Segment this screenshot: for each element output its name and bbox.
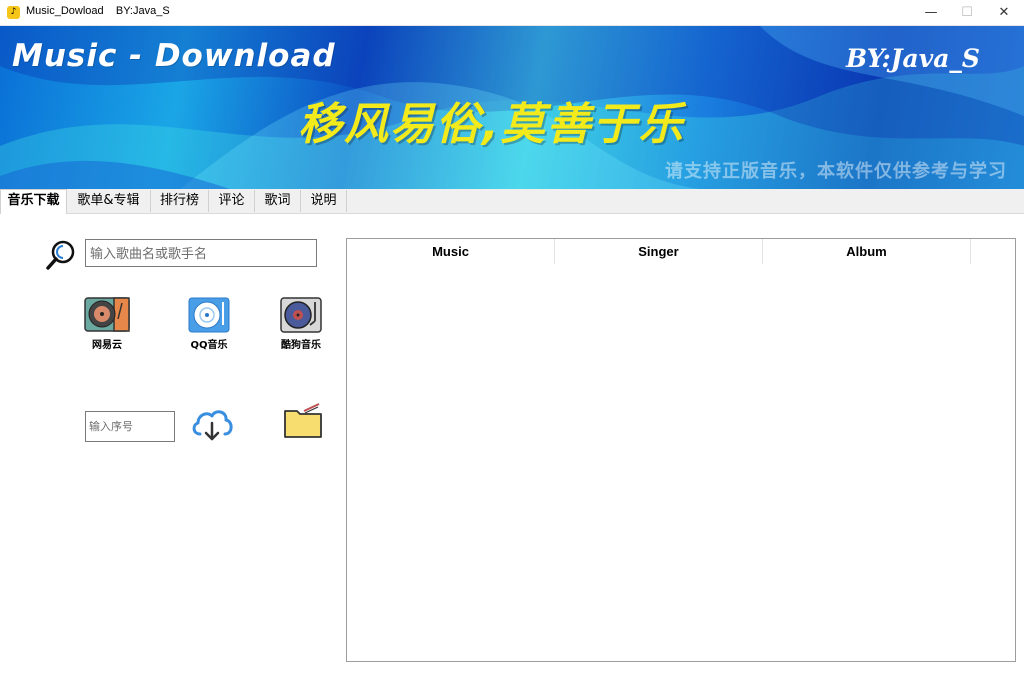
banner-slogan: 移风易俗,莫善于乐	[298, 99, 685, 150]
app-icon: ♪	[7, 6, 20, 19]
source-netease-label: 网易云	[92, 340, 122, 351]
search-input[interactable]	[85, 239, 317, 267]
maximize-button[interactable]: ☐	[948, 0, 986, 25]
minimize-button[interactable]: —	[912, 0, 950, 25]
column-header-music[interactable]: Music	[347, 239, 555, 264]
banner-title: Music - Download	[12, 38, 336, 74]
title-bar: ♪ Music_Dowload BY:Java_S — ☐ ✕	[0, 0, 1024, 26]
tab-instructions[interactable]: 说明	[301, 190, 347, 212]
tab-music-download[interactable]: 音乐下载	[0, 189, 67, 214]
tab-comments[interactable]: 评论	[209, 190, 255, 212]
results-table[interactable]: Music Singer Album	[346, 238, 1016, 662]
header-banner: Music - Download BY:Java_S 移风易俗,莫善于乐 请支持…	[0, 26, 1024, 189]
source-kugou[interactable]: 酷狗音乐	[271, 297, 331, 351]
source-netease[interactable]: 网易云	[77, 297, 137, 351]
qq-cd-icon	[188, 297, 230, 333]
source-qq[interactable]: QQ音乐	[179, 297, 239, 351]
banner-notice: 请支持正版音乐，本软件仅供参考与学习	[665, 161, 1007, 182]
column-header-album[interactable]: Album	[763, 239, 971, 264]
kugou-turntable-icon	[280, 297, 322, 333]
window-title: Music_Dowload BY:Java_S	[26, 5, 170, 17]
tab-playlist-album[interactable]: 歌单&专辑	[67, 190, 151, 212]
source-kugou-label: 酷狗音乐	[281, 340, 321, 351]
banner-author: BY:Java_S	[846, 44, 980, 73]
tab-charts[interactable]: 排行榜	[151, 190, 209, 212]
source-qq-label: QQ音乐	[190, 340, 228, 351]
tab-lyrics[interactable]: 歌词	[255, 190, 301, 212]
column-header-singer[interactable]: Singer	[555, 239, 763, 264]
search-icon[interactable]	[44, 238, 78, 272]
folder-icon[interactable]	[283, 402, 323, 440]
tab-bar: 音乐下载 歌单&专辑 排行榜 评论 歌词 说明	[0, 189, 1024, 214]
cloud-download-icon[interactable]	[190, 404, 234, 444]
index-input[interactable]	[85, 411, 175, 442]
close-button[interactable]: ✕	[985, 0, 1023, 25]
netease-record-icon	[84, 297, 130, 332]
